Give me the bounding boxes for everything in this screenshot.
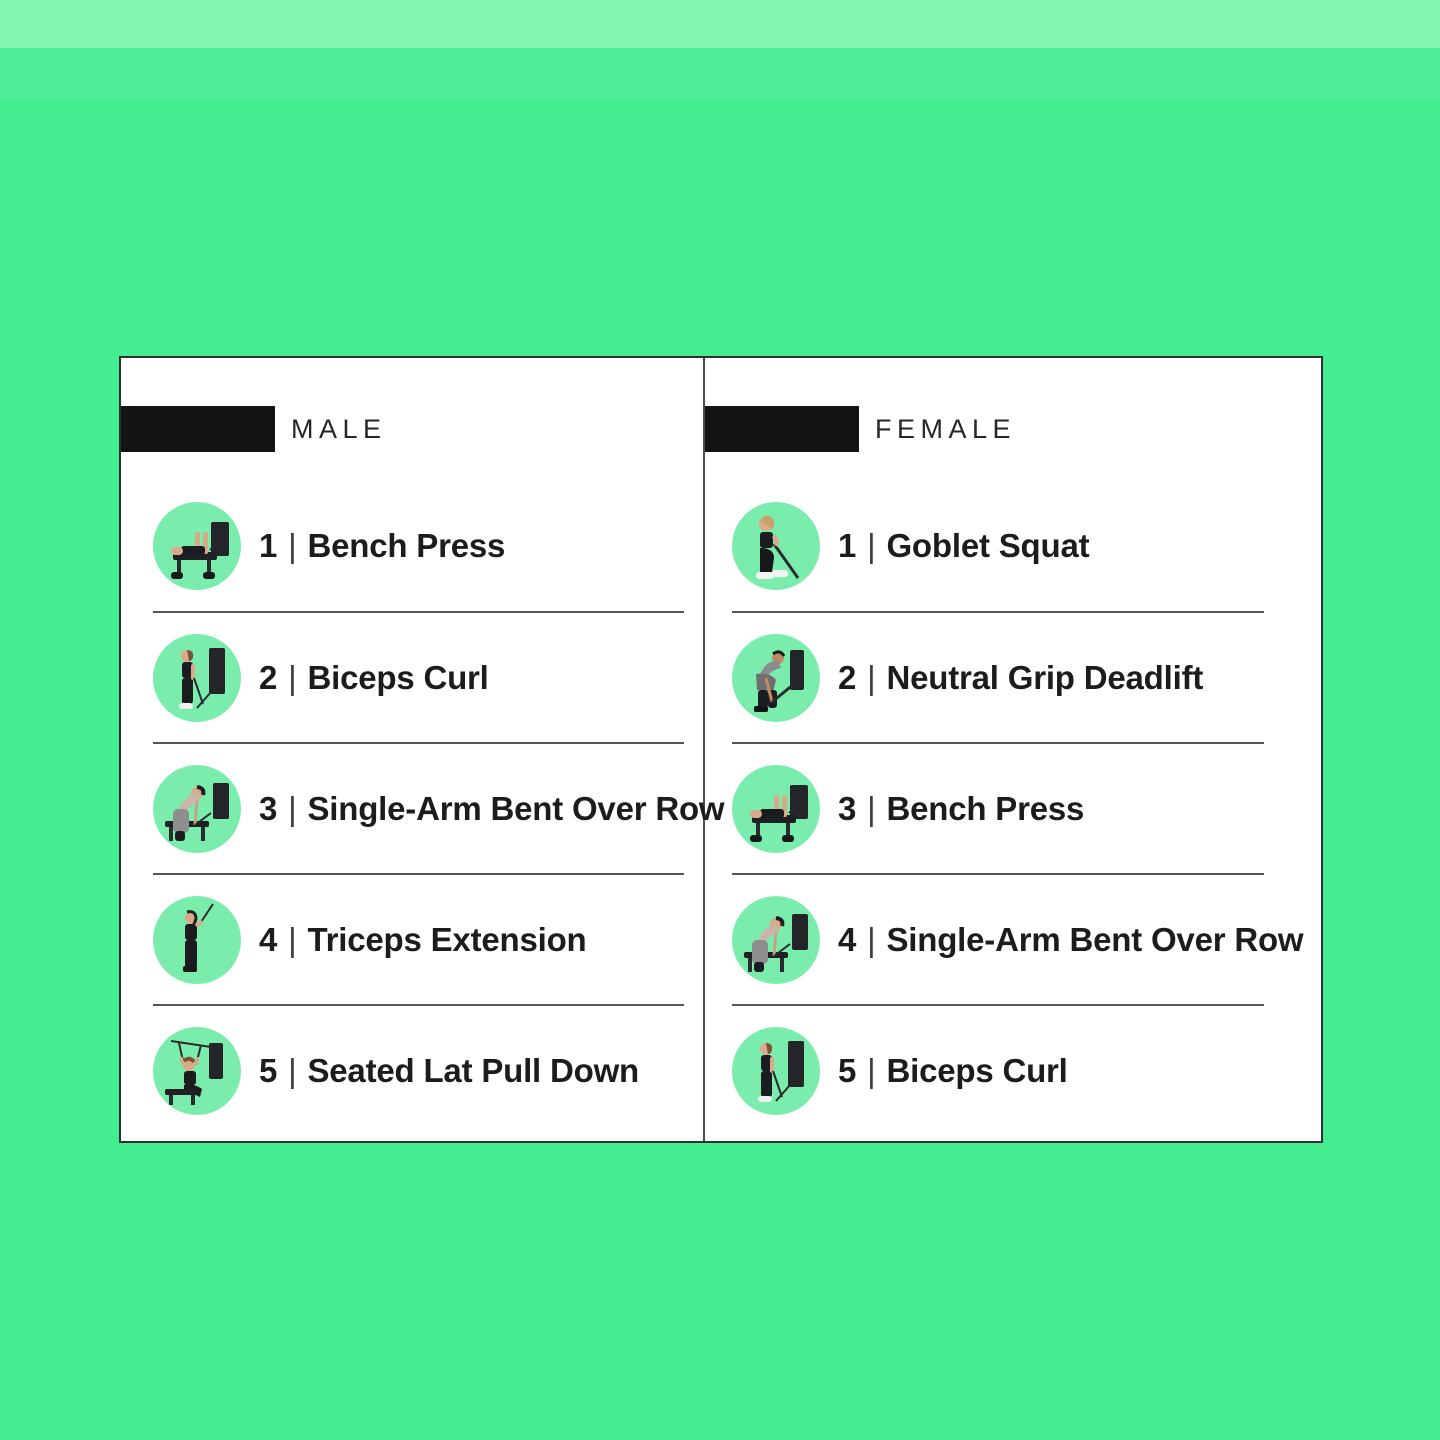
- biceps-curl-icon: [732, 1026, 820, 1115]
- list-item-label: 5 | Seated Lat Pull Down: [259, 1054, 639, 1087]
- bent-over-row-icon: [153, 764, 241, 853]
- list-item-name: Goblet Squat: [886, 527, 1090, 564]
- column-header-female: FEMALE: [705, 406, 1016, 452]
- list-item[interactable]: 1 | Goblet Squat: [732, 480, 1264, 611]
- list-item-label: 1 | Bench Press: [259, 529, 505, 562]
- list-item-separator: |: [867, 921, 876, 958]
- column-female: FEMALE 1 | Goblet Squat 2 | Neutral Grip…: [705, 358, 1321, 1141]
- list-item-name: Bench Press: [886, 790, 1085, 827]
- goblet-squat-icon: [732, 501, 820, 590]
- list-item-name: Single-Arm Bent Over Row: [307, 790, 725, 827]
- list-item-number: 2: [259, 659, 278, 696]
- list-item-label: 2 | Neutral Grip Deadlift: [838, 661, 1203, 694]
- list-item-number: 1: [838, 527, 857, 564]
- list-item[interactable]: 5 | Seated Lat Pull Down: [153, 1004, 684, 1135]
- list-item-number: 4: [259, 921, 278, 958]
- decorative-band-middle: [0, 48, 1440, 100]
- list-item[interactable]: 4 | Triceps Extension: [153, 873, 684, 1004]
- header-block-male: [121, 406, 275, 452]
- bench-press-icon: [153, 501, 241, 590]
- list-item-name: Triceps Extension: [307, 921, 587, 958]
- list-item-number: 5: [259, 1052, 278, 1089]
- bent-over-row-icon: [732, 895, 820, 984]
- exercise-list-female: 1 | Goblet Squat 2 | Neutral Grip Deadli…: [732, 480, 1321, 1135]
- list-item-separator: |: [288, 527, 297, 564]
- list-item-label: 4 | Triceps Extension: [259, 923, 587, 956]
- exercise-list-male: 1 | Bench Press 2 | Biceps Curl 3 | Sing…: [153, 480, 725, 1135]
- list-item[interactable]: 2 | Biceps Curl: [153, 611, 684, 742]
- list-item-label: 2 | Biceps Curl: [259, 661, 489, 694]
- list-item-label: 1 | Goblet Squat: [838, 527, 1090, 564]
- list-item[interactable]: 3 | Bench Press: [732, 742, 1264, 873]
- list-item-separator: |: [288, 659, 297, 696]
- lat-pull-down-icon: [153, 1026, 241, 1115]
- list-item-number: 2: [838, 659, 857, 696]
- list-item-number: 3: [838, 790, 857, 827]
- list-item-separator: |: [867, 1052, 876, 1089]
- biceps-curl-icon: [153, 633, 241, 722]
- list-item-number: 1: [259, 527, 278, 564]
- list-item-number: 4: [838, 921, 857, 958]
- list-item-label: 3 | Single-Arm Bent Over Row: [259, 790, 725, 827]
- list-item-label: 4 | Single-Arm Bent Over Row: [838, 921, 1304, 958]
- list-item-label: 5 | Biceps Curl: [838, 1054, 1068, 1087]
- list-item-separator: |: [867, 659, 876, 696]
- list-item[interactable]: 2 | Neutral Grip Deadlift: [732, 611, 1264, 742]
- list-item-label: 3 | Bench Press: [838, 792, 1084, 825]
- exercise-comparison-card: MALE 1 | Bench Press 2 | Biceps Curl 3 |…: [119, 356, 1323, 1143]
- list-item-name: Bench Press: [307, 527, 506, 564]
- list-item-name: Seated Lat Pull Down: [307, 1052, 640, 1089]
- list-item-separator: |: [288, 1052, 297, 1089]
- list-item-name: Biceps Curl: [307, 659, 489, 696]
- column-title-male: MALE: [291, 413, 387, 444]
- deadlift-icon: [732, 633, 820, 722]
- list-item-name: Neutral Grip Deadlift: [886, 659, 1204, 696]
- column-male: MALE 1 | Bench Press 2 | Biceps Curl 3 |…: [121, 358, 725, 1141]
- list-item-separator: |: [867, 527, 876, 564]
- list-item[interactable]: 5 | Biceps Curl: [732, 1004, 1264, 1135]
- list-item-separator: |: [288, 790, 297, 827]
- list-item-separator: |: [867, 790, 876, 827]
- triceps-extension-icon: [153, 895, 241, 984]
- decorative-band-top: [0, 0, 1440, 48]
- list-item[interactable]: 3 | Single-Arm Bent Over Row: [153, 742, 725, 873]
- bench-press-icon: [732, 764, 820, 853]
- header-block-female: [705, 406, 859, 452]
- list-item-number: 3: [259, 790, 278, 827]
- list-item-name: Single-Arm Bent Over Row: [886, 921, 1304, 958]
- list-item-separator: |: [288, 921, 297, 958]
- list-item[interactable]: 1 | Bench Press: [153, 480, 684, 611]
- column-header-male: MALE: [121, 406, 387, 452]
- list-item-name: Biceps Curl: [886, 1052, 1068, 1089]
- list-item-number: 5: [838, 1052, 857, 1089]
- list-item[interactable]: 4 | Single-Arm Bent Over Row: [732, 873, 1304, 1004]
- column-title-female: FEMALE: [875, 413, 1017, 444]
